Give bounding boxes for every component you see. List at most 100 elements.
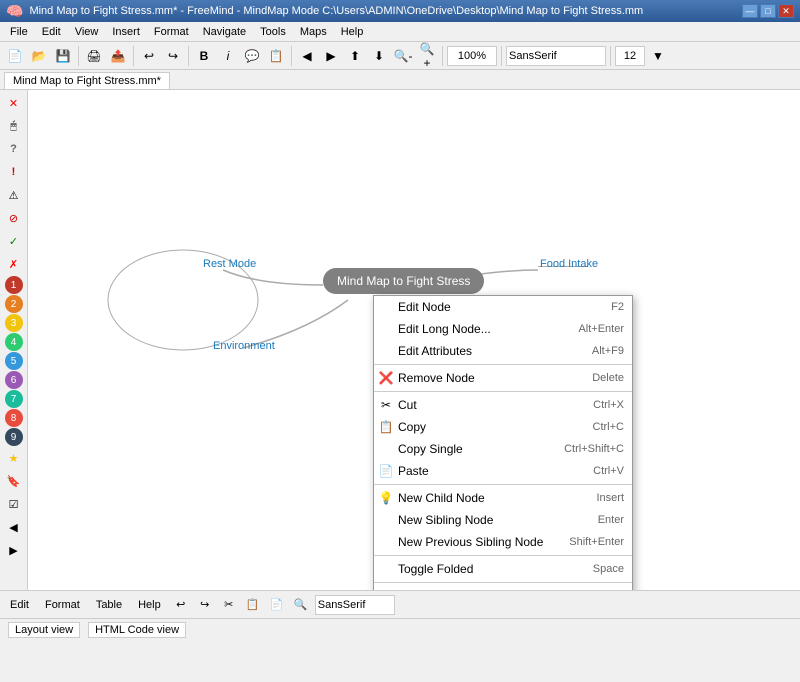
nav-forward[interactable]: ▶	[320, 45, 342, 67]
save-button[interactable]: 💾	[52, 45, 74, 67]
bubble-button[interactable]: 💬	[241, 45, 263, 67]
ctx-label-edit-attributes: Edit Attributes	[398, 344, 472, 358]
zoom-in[interactable]: 🔍+	[416, 45, 438, 67]
status-tab-0[interactable]: Layout view	[8, 622, 80, 638]
undo-button[interactable]: ↩	[138, 45, 160, 67]
main-tab[interactable]: Mind Map to Fight Stress.mm*	[4, 72, 170, 89]
tool-check[interactable]: ✓	[3, 230, 25, 252]
ctx-label-copy-single: Copy Single	[398, 442, 463, 456]
print-button[interactable]: 🖨	[83, 45, 105, 67]
ctx-item-edit-long-node[interactable]: Edit Long Node...Alt+Enter	[374, 318, 632, 340]
tool-x[interactable]: ✗	[3, 253, 25, 275]
bottom-tb-btn-4[interactable]: 📄	[267, 595, 287, 615]
maximize-button[interactable]: □	[760, 4, 776, 18]
new-button[interactable]: 📄	[4, 45, 26, 67]
toolbar-sep-3	[188, 46, 189, 66]
ctx-label-new-child: New Child Node	[398, 491, 485, 505]
bottom-tb-btn-1[interactable]: ↪	[195, 595, 215, 615]
task-button[interactable]: 📋	[265, 45, 287, 67]
ctx-icon-paste: 📄	[378, 463, 394, 479]
ctx-item-toggle-folded[interactable]: Toggle FoldedSpace	[374, 558, 632, 580]
bottom-font-input[interactable]	[315, 595, 395, 615]
menu-navigate[interactable]: Navigate	[197, 24, 252, 40]
tool-arrow-left[interactable]: ◀	[3, 516, 25, 538]
tool-arrow-right[interactable]: ▶	[3, 539, 25, 561]
minimize-button[interactable]: —	[742, 4, 758, 18]
menu-view[interactable]: View	[69, 24, 105, 40]
tool-4[interactable]: 4	[5, 333, 23, 351]
tool-cursor[interactable]: 🖱	[3, 115, 25, 137]
tool-star[interactable]: ★	[3, 447, 25, 469]
ctx-sep-sep2	[374, 391, 632, 392]
ctx-item-copy[interactable]: 📋CopyCtrl+C	[374, 416, 632, 438]
ctx-right-new-prev-sibling: Shift+Enter	[569, 536, 624, 548]
bottom-toolbar: EditFormatTableHelp↩↪✂📋📄🔍	[0, 591, 800, 619]
tool-9[interactable]: 9	[5, 428, 23, 446]
nav-up[interactable]: ⬆	[344, 45, 366, 67]
export-button[interactable]: 📤	[107, 45, 129, 67]
tool-8[interactable]: 8	[5, 409, 23, 427]
window-controls: — □ ✕	[742, 4, 794, 18]
ctx-item-new-prev-sibling[interactable]: New Previous Sibling NodeShift+Enter	[374, 531, 632, 553]
bottom-menu-format[interactable]: Format	[39, 597, 86, 613]
tool-5[interactable]: 5	[5, 352, 23, 370]
menu-edit[interactable]: Edit	[36, 24, 67, 40]
open-button[interactable]: 📂	[28, 45, 50, 67]
menu-file[interactable]: File	[4, 24, 34, 40]
tool-7[interactable]: 7	[5, 390, 23, 408]
bottom-tb-btn-0[interactable]: ↩	[171, 595, 191, 615]
italic-button[interactable]: i	[217, 45, 239, 67]
menu-insert[interactable]: Insert	[106, 24, 146, 40]
bottom-panel: EditFormatTableHelp↩↪✂📋📄🔍 Layout view HTM…	[0, 590, 800, 650]
central-node[interactable]: Mind Map to Fight Stress	[323, 268, 484, 294]
bold-button[interactable]: B	[193, 45, 215, 67]
node-environment[interactable]: Environment	[213, 340, 275, 352]
nav-down[interactable]: ⬇	[368, 45, 390, 67]
zoom-out[interactable]: 🔍-	[392, 45, 414, 67]
nav-back[interactable]: ◀	[296, 45, 318, 67]
ctx-item-new-child[interactable]: 💡New Child NodeInsert	[374, 487, 632, 509]
tool-checkbox[interactable]: ☑	[3, 493, 25, 515]
bottom-tb-btn-3[interactable]: 📋	[243, 595, 263, 615]
menu-format[interactable]: Format	[148, 24, 195, 40]
menu-maps[interactable]: Maps	[294, 24, 333, 40]
ctx-item-icons[interactable]: Icons▶	[374, 585, 632, 590]
tool-warn[interactable]: ⚠	[3, 184, 25, 206]
bottom-tb-btn-5[interactable]: 🔍	[291, 595, 311, 615]
canvas-area[interactable]: Mind Map to Fight Stress Rest Mode Food …	[28, 90, 800, 590]
font-input[interactable]: SansSerif	[506, 46, 606, 66]
close-button[interactable]: ✕	[778, 4, 794, 18]
bottom-tb-btn-2[interactable]: ✂	[219, 595, 239, 615]
ctx-item-cut[interactable]: ✂CutCtrl+X	[374, 394, 632, 416]
menu-tools[interactable]: Tools	[254, 24, 292, 40]
tool-close[interactable]: ✕	[3, 92, 25, 114]
redo-button[interactable]: ↪	[162, 45, 184, 67]
ctx-item-edit-node[interactable]: Edit NodeF2	[374, 296, 632, 318]
bottom-menu-help[interactable]: Help	[132, 597, 167, 613]
font-size-dropdown[interactable]: ▼	[647, 45, 669, 67]
tool-bookmark[interactable]: 🔖	[3, 470, 25, 492]
tool-exclaim[interactable]: !	[3, 161, 25, 183]
tool-2[interactable]: 2	[5, 295, 23, 313]
ctx-sep-sep4	[374, 555, 632, 556]
menu-help[interactable]: Help	[335, 24, 370, 40]
status-tab-1[interactable]: HTML Code view	[88, 622, 186, 638]
ctx-item-paste[interactable]: 📄PasteCtrl+V	[374, 460, 632, 482]
bottom-menu-table[interactable]: Table	[90, 597, 128, 613]
font-size-input[interactable]: 12	[615, 46, 645, 66]
tool-3[interactable]: 3	[5, 314, 23, 332]
ctx-right-cut: Ctrl+X	[593, 399, 624, 411]
bottom-menu-edit[interactable]: Edit	[4, 597, 35, 613]
tool-6[interactable]: 6	[5, 371, 23, 389]
tool-question[interactable]: ?	[3, 138, 25, 160]
tool-red-circle[interactable]: ⊘	[3, 207, 25, 229]
ctx-item-remove-node[interactable]: ❌Remove NodeDelete	[374, 367, 632, 389]
node-rest[interactable]: Rest Mode	[203, 258, 256, 270]
ctx-item-edit-attributes[interactable]: Edit AttributesAlt+F9	[374, 340, 632, 362]
ctx-item-copy-single[interactable]: Copy SingleCtrl+Shift+C	[374, 438, 632, 460]
zoom-input[interactable]: 100%	[447, 46, 497, 66]
ctx-item-new-sibling[interactable]: New Sibling NodeEnter	[374, 509, 632, 531]
node-food[interactable]: Food Intake	[540, 258, 598, 270]
tool-1[interactable]: 1	[5, 276, 23, 294]
ctx-icon-copy: 📋	[378, 419, 394, 435]
